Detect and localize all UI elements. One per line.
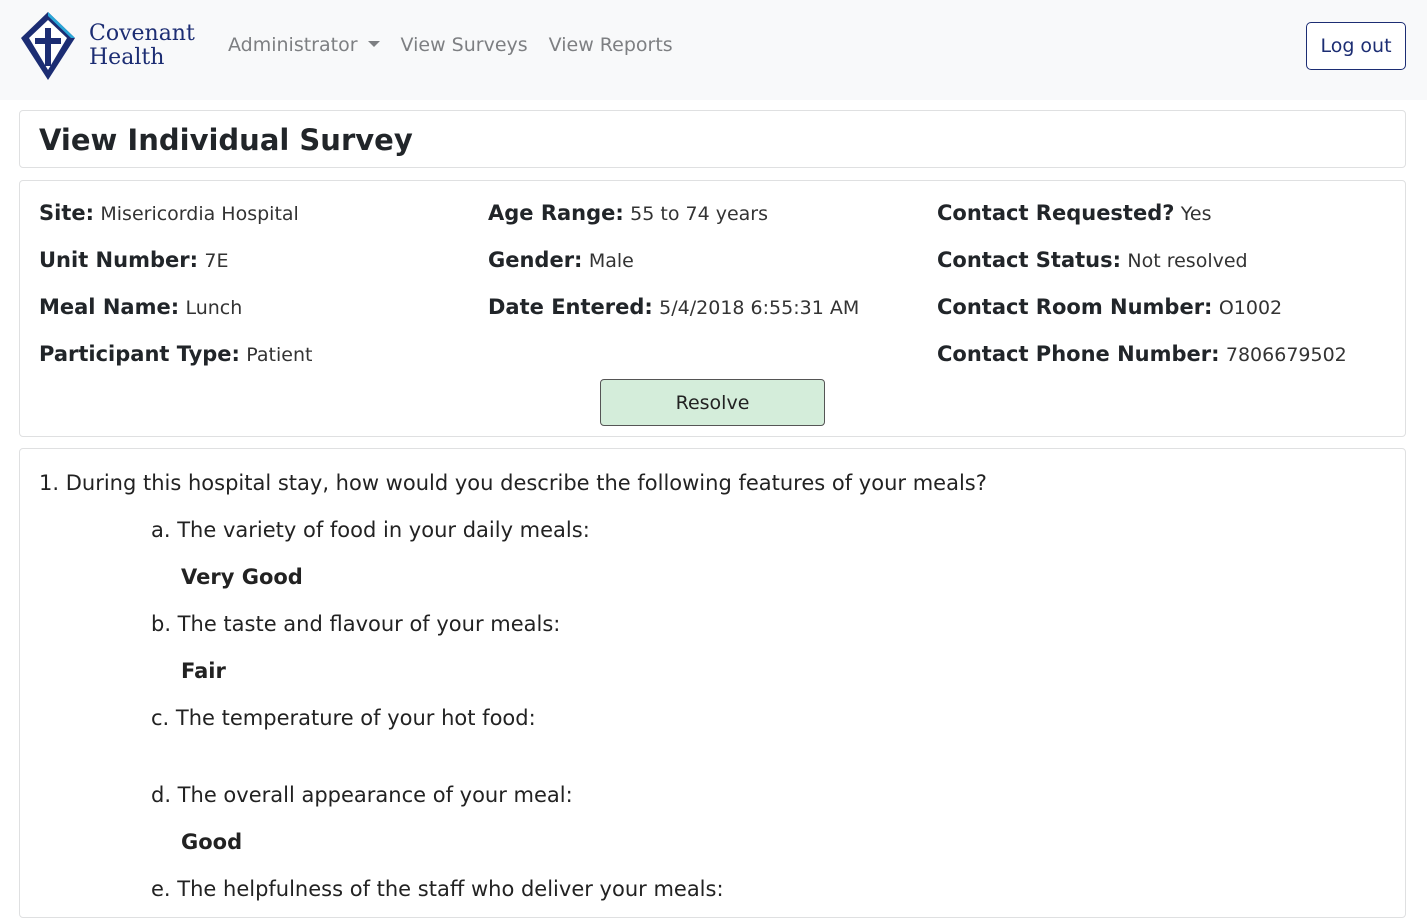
chevron-down-icon [367, 40, 380, 47]
nav-view-surveys[interactable]: View Surveys [401, 34, 528, 56]
info-value: 7806679502 [1225, 344, 1347, 366]
info-contact-status: Contact Status: Not resolved [937, 248, 1347, 295]
page-title: View Individual Survey [39, 123, 413, 157]
brand-name: Covenant Health [89, 20, 195, 70]
nav-administrator-label: Administrator [228, 34, 358, 56]
sub-question: d. The overall appearance of your meal: [151, 783, 573, 807]
question-card: 1. During this hospital stay, how would … [19, 448, 1406, 918]
info-participant-type: Participant Type: Patient [39, 342, 312, 389]
info-column-contact: Contact Requested? Yes Contact Status: N… [937, 201, 1347, 389]
info-site: Site: Misericordia Hospital [39, 201, 312, 248]
navbar: Covenant Health Administrator View Surve… [0, 0, 1427, 100]
info-value: Lunch [185, 297, 243, 319]
question-text: 1. During this hospital stay, how would … [39, 471, 987, 495]
info-contact-requested: Contact Requested? Yes [937, 201, 1347, 248]
info-label: Contact Status: [937, 248, 1122, 272]
sub-question: a. The variety of food in your daily mea… [151, 518, 590, 542]
info-label: Date Entered: [488, 295, 653, 319]
covenant-cross-icon [21, 11, 75, 80]
answer-value: Very Good [181, 565, 303, 589]
info-column-demographics: Age Range: 55 to 74 years Gender: Male D… [488, 201, 859, 342]
title-card: View Individual Survey [19, 110, 1406, 168]
sub-question: b. The taste and flavour of your meals: [151, 612, 561, 636]
nav-view-reports[interactable]: View Reports [549, 34, 673, 56]
info-gender: Gender: Male [488, 248, 859, 295]
info-unit-number: Unit Number: 7E [39, 248, 312, 295]
info-contact-room-number: Contact Room Number: O1002 [937, 295, 1347, 342]
info-label: Contact Requested? [937, 201, 1175, 225]
info-value: 5/4/2018 6:55:31 AM [659, 297, 860, 319]
info-value: Yes [1180, 203, 1212, 225]
logout-button[interactable]: Log out [1306, 22, 1406, 70]
answer-value: Good [181, 830, 243, 854]
info-label: Unit Number: [39, 248, 198, 272]
info-label: Gender: [488, 248, 583, 272]
survey-info-card: Site: Misericordia Hospital Unit Number:… [19, 180, 1406, 437]
info-label: Meal Name: [39, 295, 180, 319]
info-label: Contact Room Number: [937, 295, 1213, 319]
info-meal-name: Meal Name: Lunch [39, 295, 312, 342]
info-value: Misericordia Hospital [100, 203, 299, 225]
sub-question: e. The helpfulness of the staff who deli… [151, 877, 724, 901]
brand-line2: Health [89, 44, 165, 70]
resolve-button[interactable]: Resolve [600, 379, 825, 426]
info-value: Not resolved [1127, 250, 1248, 272]
nav-administrator-dropdown[interactable]: Administrator [228, 34, 380, 56]
info-value: Patient [246, 344, 313, 366]
info-age-range: Age Range: 55 to 74 years [488, 201, 859, 248]
info-contact-phone-number: Contact Phone Number: 7806679502 [937, 342, 1347, 389]
brand-line1: Covenant [89, 20, 195, 46]
info-label: Participant Type: [39, 342, 240, 366]
info-label: Contact Phone Number: [937, 342, 1220, 366]
info-value: 55 to 74 years [630, 203, 769, 225]
answer-value: Fair [181, 659, 226, 683]
nav-links: Administrator View Surveys View Reports [228, 34, 694, 56]
sub-question: c. The temperature of your hot food: [151, 706, 536, 730]
info-label: Age Range: [488, 201, 624, 225]
info-label: Site: [39, 201, 95, 225]
info-date-entered: Date Entered: 5/4/2018 6:55:31 AM [488, 295, 859, 342]
brand-logo[interactable]: Covenant Health [17, 8, 197, 83]
info-column-site: Site: Misericordia Hospital Unit Number:… [39, 201, 312, 389]
info-value: O1002 [1218, 297, 1283, 319]
info-value: Male [588, 250, 634, 272]
info-value: 7E [204, 250, 229, 272]
